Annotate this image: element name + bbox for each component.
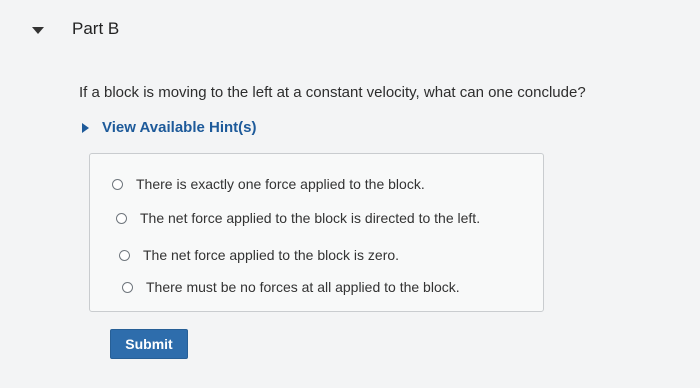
option-4[interactable]: There must be no forces at all applied t… [122,279,460,295]
option-label[interactable]: The net force applied to the block is di… [140,210,480,226]
option-2[interactable]: The net force applied to the block is di… [116,210,480,226]
submit-button[interactable]: Submit [110,329,188,359]
part-header[interactable]: Part B [32,16,119,42]
option-3[interactable]: The net force applied to the block is ze… [119,247,399,263]
question-text: If a block is moving to the left at a co… [79,84,586,101]
radio-button[interactable] [122,281,133,293]
option-label[interactable]: There must be no forces at all applied t… [146,279,460,295]
radio-button[interactable] [112,178,123,190]
view-hints-label[interactable]: View Available Hint(s) [102,119,257,136]
answer-options: There is exactly one force applied to th… [89,153,544,312]
radio-button[interactable] [116,212,127,224]
option-label[interactable]: The net force applied to the block is ze… [143,247,399,263]
radio-button[interactable] [119,249,130,261]
option-1[interactable]: There is exactly one force applied to th… [112,176,425,192]
collapse-caret-icon[interactable] [32,26,44,34]
view-hints-link[interactable]: View Available Hint(s) [82,119,257,136]
expand-arrow-icon [82,122,89,133]
option-label[interactable]: There is exactly one force applied to th… [136,176,425,192]
part-title: Part B [72,19,120,38]
